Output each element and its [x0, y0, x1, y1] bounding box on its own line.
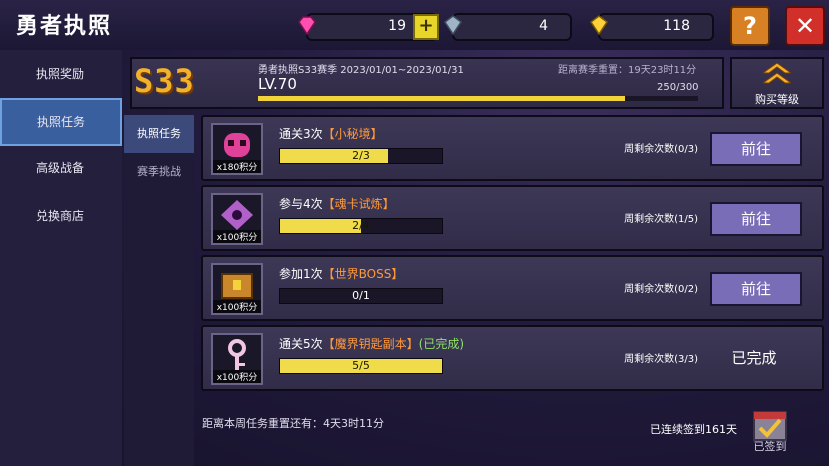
level-up-chevron-icon [763, 63, 791, 84]
sidebar-item-advanced-gear[interactable]: 高级战备 [0, 146, 120, 190]
crystal-icon [443, 15, 463, 36]
task-progress-bar: 0/1 [279, 288, 443, 304]
buy-level-button[interactable]: 购买等级 [730, 57, 824, 109]
buy-level-label: 购买等级 [755, 93, 799, 106]
sidebar-item-license-rewards[interactable]: 执照奖励 [0, 52, 120, 96]
pink-gem-icon [298, 16, 316, 36]
task-card: x100积分 参加1次【世界BOSS】 0/1 周剩余次数(0/2) 前往 [201, 255, 824, 321]
completed-tag: (已完成) [418, 337, 465, 351]
gold-gem-icon [589, 15, 609, 36]
boss-chest-icon: x100积分 [211, 263, 263, 315]
help-button[interactable]: ? [730, 6, 770, 46]
task-title: 通关5次 [279, 337, 323, 351]
weekly-reset-countdown: 距离本周任务重置还有：4天3时11分 [202, 417, 384, 430]
task-title: 参与4次 [279, 197, 323, 211]
season-dates: 勇者执照S33赛季 2023/01/01~2023/01/31 [258, 65, 464, 76]
task-name: 【魂卡试炼】 [322, 197, 395, 211]
task-title: 参加1次 [279, 267, 323, 281]
signed-in-label: 已签到 [753, 440, 787, 453]
sign-in-streak: 已连续签到161天 [650, 423, 737, 436]
tab-season-challenge[interactable]: 赛季挑战 [124, 153, 194, 191]
sidebar: 执照奖励 执照任务 高级战备 兑换商店 [0, 50, 122, 466]
task-progress-bar: 2/3 [279, 148, 443, 164]
task-progress-bar: 2/4 [279, 218, 443, 234]
task-progress-bar: 5/5 [279, 358, 443, 374]
task-name: 【魔界钥匙副本】 [322, 337, 419, 351]
close-button[interactable]: ✕ [785, 6, 825, 46]
weekly-remaining: 周剩余次数(0/3) [624, 144, 698, 155]
go-button[interactable]: 前往 [710, 132, 802, 166]
season-countdown: 距离赛季重置：19天23时11分 [558, 65, 697, 76]
weekly-remaining: 周剩余次数(0/2) [624, 284, 698, 295]
sidebar-item-license-tasks[interactable]: 执照任务 [0, 98, 122, 146]
season-badge: S33 [134, 62, 195, 100]
gold-gem-counter: 118 [589, 13, 714, 41]
tab-license-tasks[interactable]: 执照任务 [124, 115, 194, 153]
go-button[interactable]: 前往 [710, 202, 802, 236]
sub-tabs: 执照任务 赛季挑战 [124, 115, 194, 466]
go-button[interactable]: 前往 [710, 272, 802, 306]
add-gem-button[interactable]: + [413, 14, 439, 40]
license-level: LV.70 [258, 75, 297, 93]
ghost-monster-icon: x180积分 [211, 123, 263, 175]
task-card: x100积分 参与4次【魂卡试炼】 2/4 周剩余次数(1/5) 前往 [201, 185, 824, 251]
pink-gem-counter: 19 + [298, 13, 439, 41]
task-card: x180积分 通关3次【小秘境】 2/3 周剩余次数(0/3) 前往 [201, 115, 824, 181]
task-title: 通关3次 [279, 127, 323, 141]
xp-readout: 250/300 [657, 82, 699, 93]
task-card: x100积分 通关5次【魔界钥匙副本】(已完成) 5/5 周剩余次数(3/3) … [201, 325, 824, 391]
sidebar-item-exchange-shop[interactable]: 兑换商店 [0, 194, 120, 238]
xp-bar-fill [258, 96, 625, 101]
task-name: 【小秘境】 [322, 127, 383, 141]
key-icon: x100积分 [211, 333, 263, 385]
crystal-counter: 4 [443, 13, 572, 41]
completed-label: 已完成 [731, 349, 777, 367]
soul-card-icon: x100积分 [211, 193, 263, 245]
xp-bar [258, 96, 698, 101]
weekly-remaining: 周剩余次数(1/5) [624, 214, 698, 225]
page-title: 勇者执照 [16, 14, 113, 39]
task-name: 【世界BOSS】 [322, 267, 404, 281]
weekly-remaining: 周剩余次数(3/3) [624, 354, 698, 365]
